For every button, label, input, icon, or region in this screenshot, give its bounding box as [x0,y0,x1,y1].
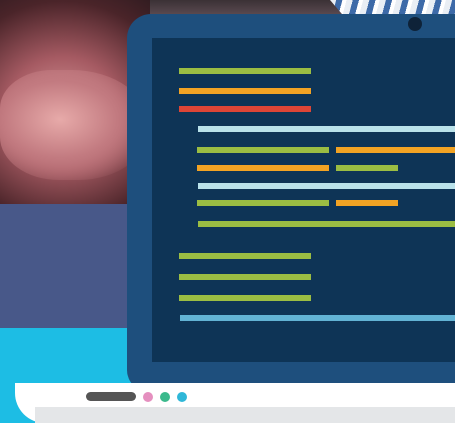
code-line [198,183,455,189]
trackpad-bar [86,392,136,401]
code-line [198,126,455,132]
code-line [180,315,455,321]
code-line [179,106,311,112]
code-line [179,295,311,301]
code-line [198,221,455,227]
status-dot-cyan [177,392,187,402]
laptop-screen [152,38,455,362]
laptop-base-shadow [35,407,455,423]
status-dot-green [160,392,170,402]
code-line [179,88,311,94]
code-line [197,165,329,171]
code-line [179,274,311,280]
code-line [197,147,329,153]
webcam-icon [408,17,422,31]
code-line [179,253,311,259]
status-dot-pink [143,392,153,402]
code-line [197,200,329,206]
code-line [336,200,398,206]
code-line [336,165,398,171]
code-line [336,147,455,153]
code-line [179,68,311,74]
